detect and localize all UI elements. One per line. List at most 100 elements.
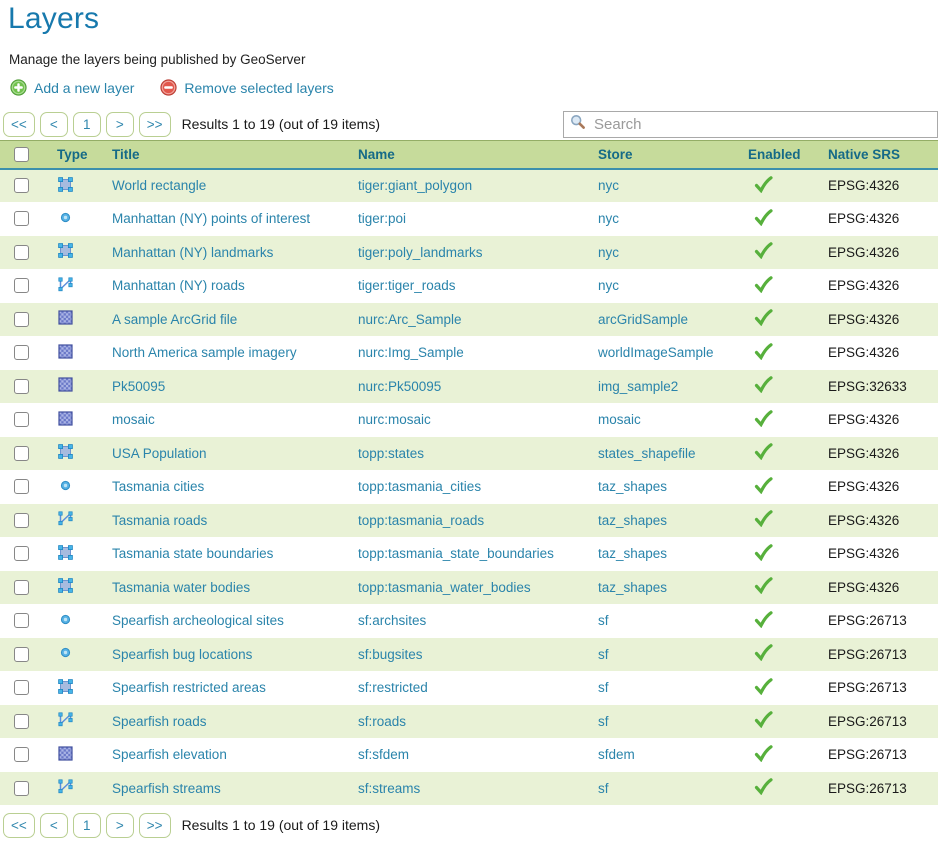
store-link[interactable]: sfdem xyxy=(598,747,635,762)
store-link[interactable]: sf xyxy=(598,714,609,729)
store-link[interactable]: taz_shapes xyxy=(598,580,667,595)
layer-name-link[interactable]: tiger:giant_polygon xyxy=(358,178,472,193)
layer-title-link[interactable]: Tasmania cities xyxy=(112,479,204,494)
row-checkbox[interactable] xyxy=(14,211,29,226)
pager-next-button[interactable]: > xyxy=(106,112,134,137)
row-checkbox[interactable] xyxy=(14,245,29,260)
enabled-check-icon xyxy=(754,343,773,360)
native-srs-value: EPSG:26713 xyxy=(822,638,938,672)
store-link[interactable]: nyc xyxy=(598,245,619,260)
native-srs-value: EPSG:26713 xyxy=(822,772,938,806)
store-link[interactable]: img_sample2 xyxy=(598,379,678,394)
pager-page-button[interactable]: 1 xyxy=(73,813,101,838)
pager-prev-button[interactable]: < xyxy=(40,813,68,838)
layer-name-link[interactable]: nurc:Arc_Sample xyxy=(358,312,462,327)
layer-title-link[interactable]: Tasmania water bodies xyxy=(112,580,250,595)
layer-title-link[interactable]: Tasmania state boundaries xyxy=(112,546,273,561)
header-enabled[interactable]: Enabled xyxy=(748,147,801,162)
header-name[interactable]: Name xyxy=(358,147,395,162)
layer-name-link[interactable]: tiger:poi xyxy=(358,211,406,226)
pager-first-button[interactable]: << xyxy=(3,813,35,838)
layer-name-link[interactable]: topp:tasmania_cities xyxy=(358,479,481,494)
search-input[interactable] xyxy=(586,112,931,137)
row-checkbox[interactable] xyxy=(14,446,29,461)
pager-prev-button[interactable]: < xyxy=(40,112,68,137)
layer-name-link[interactable]: topp:tasmania_roads xyxy=(358,513,484,528)
store-link[interactable]: nyc xyxy=(598,211,619,226)
layer-title-link[interactable]: mosaic xyxy=(112,412,155,427)
layer-name-link[interactable]: nurc:mosaic xyxy=(358,412,431,427)
pager-next-button[interactable]: > xyxy=(106,813,134,838)
layer-title-link[interactable]: World rectangle xyxy=(112,178,206,193)
layer-title-link[interactable]: A sample ArcGrid file xyxy=(112,312,237,327)
store-link[interactable]: sf xyxy=(598,781,609,796)
row-checkbox[interactable] xyxy=(14,412,29,427)
layer-title-link[interactable]: Spearfish restricted areas xyxy=(112,680,266,695)
row-checkbox[interactable] xyxy=(14,345,29,360)
table-row: mosaicnurc:mosaicmosaicEPSG:4326 xyxy=(0,403,938,437)
layer-name-link[interactable]: tiger:tiger_roads xyxy=(358,278,456,293)
store-link[interactable]: states_shapefile xyxy=(598,446,696,461)
row-checkbox[interactable] xyxy=(14,781,29,796)
store-link[interactable]: sf xyxy=(598,647,609,662)
header-store[interactable]: Store xyxy=(598,147,633,162)
row-checkbox[interactable] xyxy=(14,580,29,595)
layer-title-link[interactable]: Spearfish streams xyxy=(112,781,221,796)
layer-name-link[interactable]: sf:bugsites xyxy=(358,647,423,662)
layer-title-link[interactable]: Spearfish bug locations xyxy=(112,647,252,662)
layer-name-link[interactable]: topp:tasmania_water_bodies xyxy=(358,580,531,595)
row-checkbox[interactable] xyxy=(14,513,29,528)
layer-name-link[interactable]: nurc:Img_Sample xyxy=(358,345,464,360)
store-link[interactable]: mosaic xyxy=(598,412,641,427)
layer-title-link[interactable]: USA Population xyxy=(112,446,207,461)
row-checkbox[interactable] xyxy=(14,278,29,293)
layer-title-link[interactable]: Manhattan (NY) roads xyxy=(112,278,245,293)
store-link[interactable]: arcGridSample xyxy=(598,312,688,327)
store-link[interactable]: sf xyxy=(598,613,609,628)
pager-last-button[interactable]: >> xyxy=(139,112,171,137)
layer-name-link[interactable]: topp:states xyxy=(358,446,424,461)
remove-layers-button[interactable]: Remove selected layers xyxy=(160,79,333,96)
row-checkbox[interactable] xyxy=(14,714,29,729)
layer-title-link[interactable]: North America sample imagery xyxy=(112,345,297,360)
layer-name-link[interactable]: nurc:Pk50095 xyxy=(358,379,441,394)
layer-name-link[interactable]: topp:tasmania_state_boundaries xyxy=(358,546,554,561)
layer-name-link[interactable]: sf:sfdem xyxy=(358,747,409,762)
layer-title-link[interactable]: Pk50095 xyxy=(112,379,165,394)
row-checkbox[interactable] xyxy=(14,747,29,762)
layer-title-link[interactable]: Spearfish elevation xyxy=(112,747,227,762)
pager-page-button[interactable]: 1 xyxy=(73,112,101,137)
store-link[interactable]: taz_shapes xyxy=(598,479,667,494)
store-link[interactable]: taz_shapes xyxy=(598,546,667,561)
layer-name-link[interactable]: sf:roads xyxy=(358,714,406,729)
pager-last-button[interactable]: >> xyxy=(139,813,171,838)
layer-title-link[interactable]: Manhattan (NY) landmarks xyxy=(112,245,273,260)
store-link[interactable]: worldImageSample xyxy=(598,345,714,360)
store-link[interactable]: nyc xyxy=(598,278,619,293)
add-layer-button[interactable]: Add a new layer xyxy=(10,79,134,96)
store-link[interactable]: taz_shapes xyxy=(598,513,667,528)
layer-title-link[interactable]: Spearfish archeological sites xyxy=(112,613,284,628)
row-checkbox[interactable] xyxy=(14,379,29,394)
select-all-checkbox[interactable] xyxy=(14,147,29,162)
layer-title-link[interactable]: Spearfish roads xyxy=(112,714,207,729)
row-checkbox[interactable] xyxy=(14,647,29,662)
layer-name-link[interactable]: sf:restricted xyxy=(358,680,428,695)
row-checkbox[interactable] xyxy=(14,479,29,494)
store-link[interactable]: sf xyxy=(598,680,609,695)
layer-name-link[interactable]: sf:archsites xyxy=(358,613,426,628)
pager-first-button[interactable]: << xyxy=(3,112,35,137)
layer-title-link[interactable]: Manhattan (NY) points of interest xyxy=(112,211,310,226)
store-link[interactable]: nyc xyxy=(598,178,619,193)
row-checkbox[interactable] xyxy=(14,546,29,561)
table-row: Pk50095nurc:Pk50095img_sample2EPSG:32633 xyxy=(0,370,938,404)
layer-name-link[interactable]: sf:streams xyxy=(358,781,420,796)
row-checkbox[interactable] xyxy=(14,178,29,193)
row-checkbox[interactable] xyxy=(14,680,29,695)
row-checkbox[interactable] xyxy=(14,312,29,327)
header-type[interactable]: Type xyxy=(57,147,88,162)
layer-title-link[interactable]: Tasmania roads xyxy=(112,513,207,528)
layer-name-link[interactable]: tiger:poly_landmarks xyxy=(358,245,483,260)
header-title[interactable]: Title xyxy=(112,147,140,162)
row-checkbox[interactable] xyxy=(14,613,29,628)
